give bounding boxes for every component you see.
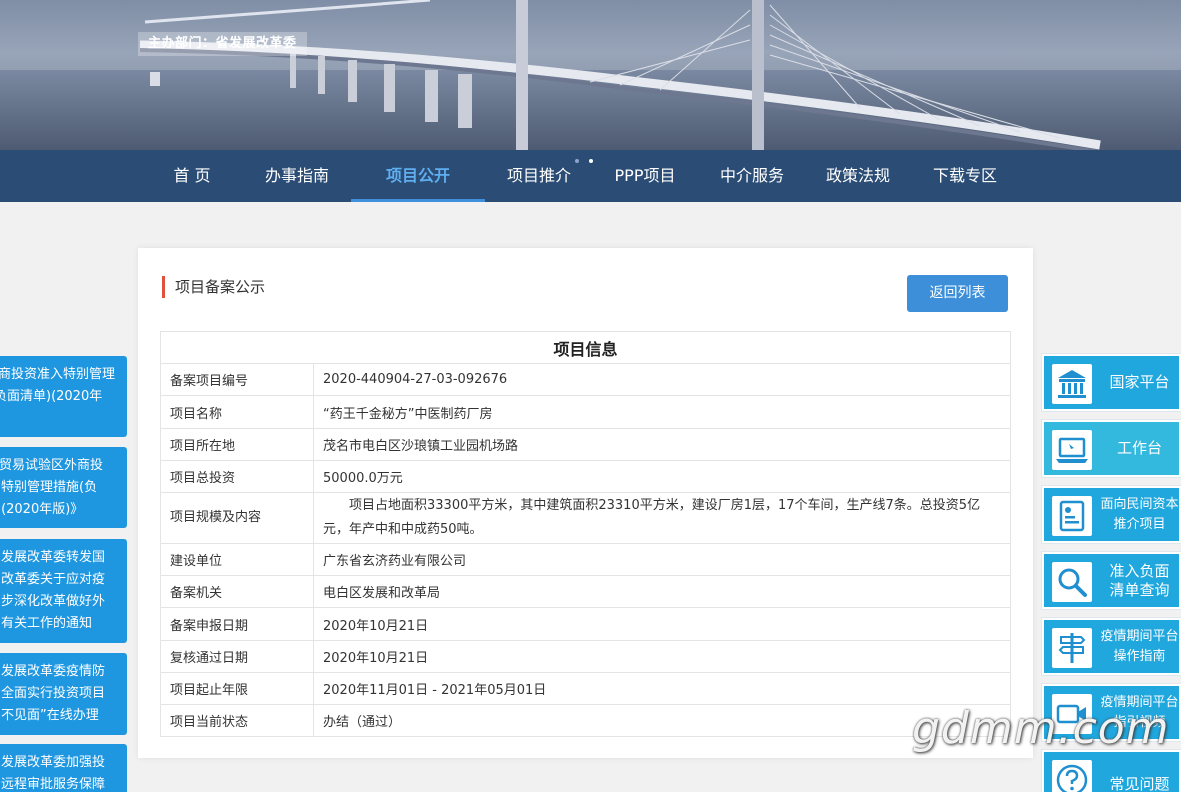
table-row: 项目名称 “药王千金秘方”中医制药厂房 — [160, 395, 1011, 429]
table-row: 备案申报日期 2020年10月21日 — [160, 607, 1011, 641]
row-label: 项目起止年限 — [160, 672, 314, 705]
news-line: 发展改革委加强投 — [1, 755, 106, 770]
label-line: 操作指南 — [1113, 648, 1166, 664]
quick-link-label: 面向民间资本 推介项目 — [1100, 488, 1179, 541]
news-line: 步深化改革做好外 — [1, 594, 106, 609]
table-row: 项目当前状态 办结（通过） — [160, 704, 1011, 737]
row-value: 茂名市电白区沙琅镇工业园机场路 — [313, 428, 1011, 461]
host-department-label: 主办部门：省发展改革委 — [138, 32, 307, 56]
news-line: 全面实行投资项目 — [1, 686, 106, 701]
row-label: 备案项目编号 — [160, 363, 314, 396]
row-label: 项目所在地 — [160, 428, 314, 461]
table-row: 复核通过日期 2020年10月21日 — [160, 640, 1011, 673]
row-label: 复核通过日期 — [160, 640, 314, 673]
banner: 主办部门：省发展改革委 — [0, 0, 1181, 150]
row-label: 项目当前状态 — [160, 704, 314, 737]
label-line: 国家平台 — [1109, 373, 1170, 391]
quick-link-label: 疫情期间平台 操作指南 — [1100, 620, 1179, 673]
row-label: 项目规模及内容 — [160, 492, 314, 544]
news-item[interactable]: 发展改革委转发国 改革委关于应对疫 步深化改革做好外 有关工作的通知 — [0, 539, 127, 643]
news-line: 有关工作的通知 — [1, 616, 93, 631]
label-line: 面向民间资本 — [1100, 496, 1179, 512]
quick-link-private-capital[interactable]: 面向民间资本 推介项目 — [1042, 486, 1181, 543]
signpost-icon — [1052, 628, 1092, 668]
government-building-icon — [1052, 364, 1092, 404]
row-label: 备案机关 — [160, 575, 314, 608]
nav-home[interactable]: 首 页 — [162, 150, 222, 202]
row-value: 2020年10月21日 — [313, 640, 1011, 673]
label-line: 清单查询 — [1109, 580, 1170, 599]
nav-intermediary[interactable]: 中介服务 — [710, 150, 794, 202]
news-item[interactable]: 发展改革委疫情防 全面实行投资项目 不见面”在线办理 — [0, 653, 127, 735]
quick-link-workbench[interactable]: 工作台 — [1042, 420, 1181, 477]
table-row: 项目起止年限 2020年11月01日 - 2021年05月01日 — [160, 672, 1011, 705]
news-line: 商投资准入特别管理 — [0, 367, 116, 382]
news-item[interactable]: 商投资准入特别管理 负面清单)(2020年 — [0, 356, 127, 437]
label-line: 推介项目 — [1113, 516, 1166, 532]
quick-link-operation-guide[interactable]: 疫情期间平台 操作指南 — [1042, 618, 1181, 675]
question-icon — [1052, 760, 1092, 792]
bridge-banner-image — [0, 0, 1181, 150]
row-value: 电白区发展和改革局 — [313, 575, 1011, 608]
row-label: 项目名称 — [160, 395, 314, 429]
nav-downloads[interactable]: 下载专区 — [923, 150, 1007, 202]
label-line: 准入负面 — [1109, 561, 1170, 580]
row-value: 项目占地面积33300平方米，其中建筑面积23310平方米，建设厂房1层，17个… — [313, 492, 1011, 544]
row-label: 建设单位 — [160, 543, 314, 576]
document-list-icon — [1052, 496, 1092, 536]
nav-project-disclosure[interactable]: 项目公开 — [351, 150, 485, 202]
news-line: 贸易试验区外商投 — [0, 458, 104, 473]
row-label: 项目总投资 — [160, 460, 314, 493]
row-value: “药王千金秘方”中医制药厂房 — [313, 395, 1011, 429]
quick-link-faq[interactable]: 常见问题 — [1042, 750, 1181, 792]
row-value: 2020年11月01日 - 2021年05月01日 — [313, 672, 1011, 705]
nav-guide[interactable]: 办事指南 — [255, 150, 339, 202]
table-row: 备案机关 电白区发展和改革局 — [160, 575, 1011, 608]
label-line: 疫情期间平台 — [1100, 628, 1179, 644]
project-record-card: 项目备案公示 返回列表 项目信息 备案项目编号 2020-440904-27-0… — [138, 248, 1033, 758]
label-line: 工作台 — [1116, 439, 1162, 457]
row-value: 2020年10月21日 — [313, 607, 1011, 641]
quick-link-label: 常见问题 — [1100, 764, 1179, 792]
table-row: 项目总投资 50000.0万元 — [160, 460, 1011, 493]
news-item[interactable]: 发展改革委加强投 远程审批服务保障 — [0, 744, 127, 792]
news-line: )(2020年版)》 — [0, 502, 84, 517]
news-line: 发展改革委疫情防 — [1, 664, 106, 679]
quick-link-label: 工作台 — [1100, 422, 1179, 475]
table-row: 建设单位 广东省玄济药业有限公司 — [160, 543, 1011, 576]
table-row: 备案项目编号 2020-440904-27-03-092676 — [160, 363, 1011, 396]
nav-project-promotion[interactable]: 项目推介 — [497, 150, 581, 202]
news-line: 远程审批服务保障 — [1, 777, 106, 792]
row-value: 办结（通过） — [313, 704, 1011, 737]
row-value: 50000.0万元 — [313, 460, 1011, 493]
table-row: 项目所在地 茂名市电白区沙琅镇工业园机场路 — [160, 428, 1011, 461]
table-row: 项目规模及内容 项目占地面积33300平方米，其中建筑面积23310平方米，建设… — [160, 492, 1011, 544]
news-line: 发展改革委转发国 — [1, 550, 106, 565]
row-label: 备案申报日期 — [160, 607, 314, 641]
quick-link-national-platform[interactable]: 国家平台 — [1042, 354, 1181, 411]
search-icon — [1052, 562, 1092, 602]
nav-policy[interactable]: 政策法规 — [816, 150, 900, 202]
news-line: 改革委关于应对疫 — [1, 572, 106, 587]
news-item[interactable]: 贸易试验区外商投 特别管理措施(负 )(2020年版)》 — [0, 447, 127, 528]
row-value: 2020-440904-27-03-092676 — [313, 363, 1011, 396]
carousel-dots[interactable] — [575, 148, 603, 167]
table-title: 项目信息 — [160, 331, 1011, 364]
label-line: 常见问题 — [1109, 774, 1170, 792]
row-value: 广东省玄济药业有限公司 — [313, 543, 1011, 576]
nav-ppp[interactable]: PPP项目 — [603, 150, 687, 202]
news-line: 特别管理措施(负 — [1, 480, 98, 495]
quick-link-label: 准入负面 清单查询 — [1100, 554, 1179, 607]
news-line: 负面清单)(2020年 — [0, 389, 103, 404]
quick-link-negative-list[interactable]: 准入负面 清单查询 — [1042, 552, 1181, 609]
watermark: gdmm.com — [912, 703, 1170, 754]
back-to-list-button[interactable]: 返回列表 — [907, 275, 1008, 312]
news-line: 不见面”在线办理 — [1, 708, 99, 723]
section-title: 项目备案公示 — [162, 276, 265, 298]
laptop-icon — [1052, 430, 1092, 470]
project-info-table: 项目信息 备案项目编号 2020-440904-27-03-092676 项目名… — [160, 331, 1011, 737]
quick-link-label: 国家平台 — [1100, 356, 1179, 409]
